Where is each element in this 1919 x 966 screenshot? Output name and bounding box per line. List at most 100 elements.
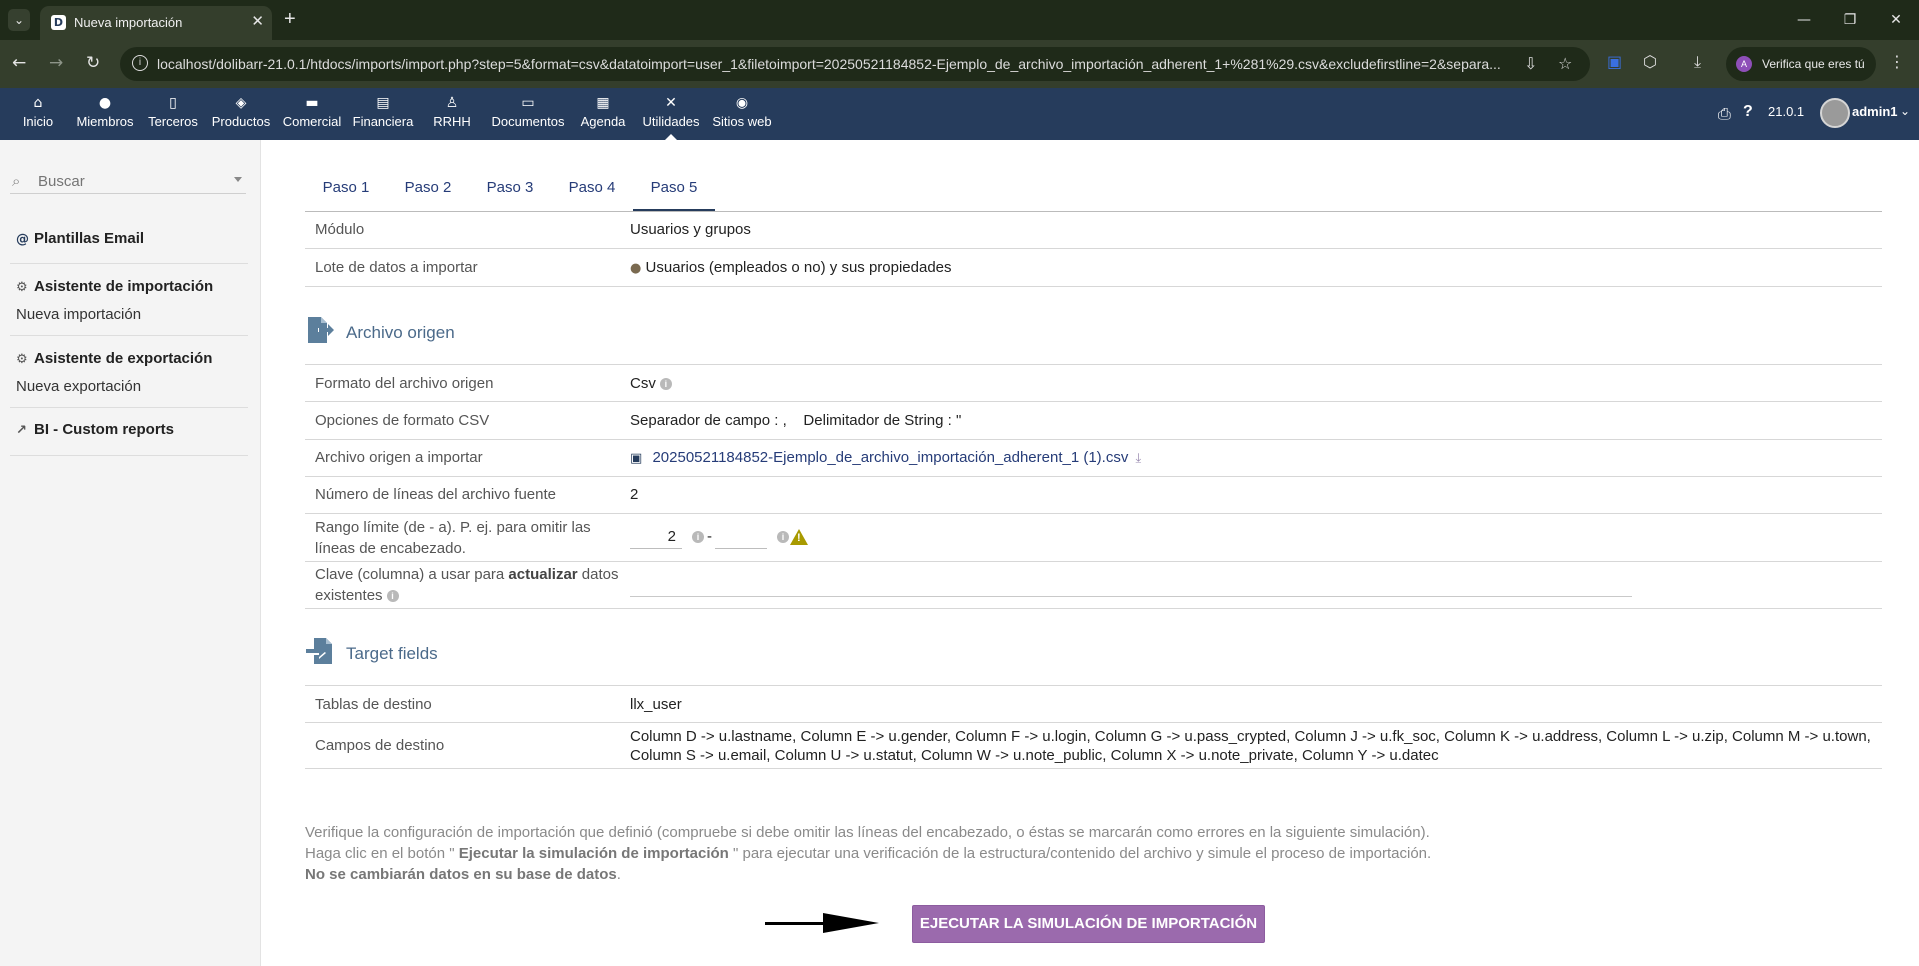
update-key-text-c: datos: [577, 566, 619, 583]
sidebar-item-import-wizard[interactable]: ⚙ Asistente de importación: [16, 278, 213, 295]
row-target-tables: Tablas de destino llx_user: [305, 685, 1882, 723]
menu-item-comercial[interactable]: ▬ Comercial: [280, 88, 344, 140]
sidebar-item-email-templates[interactable]: @ Plantillas Email: [16, 230, 144, 247]
info-icon[interactable]: i: [777, 531, 789, 543]
menu-item-documentos[interactable]: ▭ Documentos: [488, 88, 568, 140]
sidebar-item-new-import[interactable]: Nueva importación: [16, 306, 141, 323]
download-icon[interactable]: ⤓: [1136, 451, 1142, 466]
downloads-icon[interactable]: ⤓: [1694, 52, 1701, 72]
info-icon[interactable]: i: [692, 531, 704, 543]
sidebar-item-label: Asistente de exportación: [34, 350, 213, 367]
range-label: Rango límite (de - a). P. ej. para omiti…: [315, 517, 591, 559]
install-app-icon[interactable]: ⇩: [1524, 54, 1537, 73]
user-name[interactable]: admin1: [1852, 104, 1898, 124]
forward-arrow-icon[interactable]: →: [49, 53, 63, 73]
help-text-period: .: [616, 866, 621, 883]
menu-label: Financiera: [352, 114, 414, 129]
address-bar[interactable]: i localhost/dolibarr-21.0.1/htdocs/impor…: [120, 47, 1590, 81]
sidebar-block-export: ⚙ Asistente de exportación Nueva exportac…: [10, 336, 248, 408]
row-csv-options: Opciones de formato CSV Separador de cam…: [305, 402, 1882, 440]
menu-item-inicio[interactable]: ⌂ Inicio: [18, 88, 58, 140]
extensions-puzzle-icon[interactable]: ⬡: [1643, 52, 1657, 71]
help-text-bold-2: No se cambiarán datos en su base de dato…: [305, 866, 617, 883]
restore-icon[interactable]: ❐: [1827, 0, 1873, 40]
tab-paso-4[interactable]: Paso 4: [551, 172, 633, 212]
source-file-link[interactable]: 20250521184852-Ejemplo_de_archivo_import…: [652, 449, 1128, 466]
search-input[interactable]: [38, 170, 228, 192]
info-icon[interactable]: i: [386, 590, 399, 603]
tab-paso-1[interactable]: Paso 1: [305, 172, 387, 212]
url-text[interactable]: localhost/dolibarr-21.0.1/htdocs/imports…: [157, 56, 1527, 72]
site-info-icon[interactable]: i: [132, 55, 148, 71]
csv-options-value: Separador de campo : , Delimitador de St…: [630, 412, 962, 429]
gears-icon: ⚙: [16, 280, 28, 295]
range-from-input[interactable]: [630, 525, 682, 549]
search-dropdown-caret-icon[interactable]: [234, 177, 242, 182]
sidebar-item-new-export[interactable]: Nueva exportación: [16, 378, 141, 395]
tab-close-icon[interactable]: ✕: [251, 12, 264, 30]
sidebar-item-export-wizard[interactable]: ⚙ Asistente de exportación: [16, 350, 212, 367]
back-arrow-icon[interactable]: ←: [12, 53, 26, 73]
update-key-select[interactable]: [630, 596, 1632, 597]
print-icon[interactable]: ⎙: [1718, 104, 1736, 124]
user-icon: ●: [630, 261, 642, 276]
active-menu-caret: [665, 134, 677, 140]
help-line-3: No se cambiarán datos en su base de dato…: [305, 864, 1882, 885]
row-line-range: Rango límite (de - a). P. ej. para omiti…: [305, 514, 1882, 562]
help-icon[interactable]: ?: [1743, 103, 1761, 123]
menu-item-rrhh[interactable]: ♙ RRHH: [426, 88, 478, 140]
update-key-label-line2: existentes i: [315, 585, 619, 606]
menu-item-agenda[interactable]: ▦ Agenda: [576, 88, 630, 140]
row-target-fields: Campos de destino Column D -> u.lastname…: [305, 723, 1882, 769]
range-to-input[interactable]: [715, 525, 767, 549]
folder-icon: ▭: [521, 95, 535, 111]
menu-item-utilidades[interactable]: ✕ Utilidades: [638, 88, 704, 140]
bookmark-star-icon[interactable]: ☆: [1558, 54, 1572, 73]
sidebar-item-label: Plantillas Email: [34, 230, 145, 247]
version-label: 21.0.1: [1768, 104, 1805, 119]
sidebar-block-import: ⚙ Asistente de importación Nueva importac…: [10, 264, 248, 336]
user-menu-chevron-icon[interactable]: ⌄: [1900, 104, 1910, 124]
menu-item-miembros[interactable]: ● Miembros: [73, 88, 137, 140]
range-label-line2: líneas de encabezado.: [315, 540, 466, 557]
minimize-icon[interactable]: —: [1781, 0, 1827, 40]
tools-icon: ✕: [665, 95, 677, 111]
target-fields-value: Column D -> u.lastname, Column E -> u.ge…: [630, 727, 1871, 765]
extension-s-icon[interactable]: ▣: [1607, 52, 1622, 71]
menu-item-sitios-web[interactable]: ◉ Sitios web: [709, 88, 775, 140]
menu-label: Comercial: [282, 114, 342, 129]
warning-icon: !: [790, 529, 808, 545]
update-key-label: Clave (columna) a usar para actualizar d…: [315, 564, 619, 606]
browser-tab-active[interactable]: D Nueva importación ✕: [40, 6, 272, 40]
menu-item-terceros[interactable]: ▯ Terceros: [145, 88, 201, 140]
tab-paso-5[interactable]: Paso 5: [633, 172, 715, 212]
menu-item-productos[interactable]: ◈ Productos: [209, 88, 273, 140]
tab-paso-2[interactable]: Paso 2: [387, 172, 469, 212]
target-fields-line1: Column D -> u.lastname, Column E -> u.ge…: [630, 728, 1871, 745]
format-value: Csv: [630, 375, 656, 392]
cube-icon: ◈: [235, 95, 247, 111]
update-key-label-line1: Clave (columna) a usar para actualizar d…: [315, 564, 619, 585]
profile-verify-chip[interactable]: A Verifica que eres tú: [1726, 47, 1876, 81]
info-icon[interactable]: i: [659, 378, 672, 391]
user-avatar[interactable]: [1820, 98, 1850, 128]
tab-paso-3[interactable]: Paso 3: [469, 172, 551, 212]
new-tab-plus-icon[interactable]: +: [284, 8, 296, 30]
browser-menu-icon[interactable]: ⋮: [1889, 52, 1905, 71]
pointer-arrow-icon: [765, 922, 823, 925]
csv-file-icon: ▣: [630, 451, 643, 466]
sidebar-item-bi-reports[interactable]: ↗ BI - Custom reports: [16, 421, 174, 438]
menu-label: Miembros: [76, 114, 134, 129]
target-fields-line2: Column S -> u.email, Column U -> u.statu…: [630, 747, 1439, 764]
sidebar-block-email: @ Plantillas Email: [10, 216, 248, 264]
sidebar-search[interactable]: ⌕: [10, 170, 246, 194]
dataset-value-wrap: ● Usuarios (empleados o no) y sus propie…: [630, 259, 952, 276]
tab-search-chevron-icon[interactable]: ⌄: [8, 9, 30, 31]
sidebar-item-label: BI - Custom reports: [34, 421, 175, 438]
run-simulation-button[interactable]: EJECUTAR LA SIMULACIÓN DE IMPORTACIÓN: [912, 905, 1265, 943]
left-sidebar: ⌕ @ Plantillas Email ⚙ Asistente de import…: [0, 140, 261, 966]
menu-item-financiera[interactable]: ▤ Financiera: [350, 88, 416, 140]
reload-icon[interactable]: ↻: [86, 53, 100, 73]
row-source-file: Archivo origen a importar ▣ 202505211848…: [305, 440, 1882, 477]
window-close-icon[interactable]: ✕: [1873, 0, 1919, 40]
